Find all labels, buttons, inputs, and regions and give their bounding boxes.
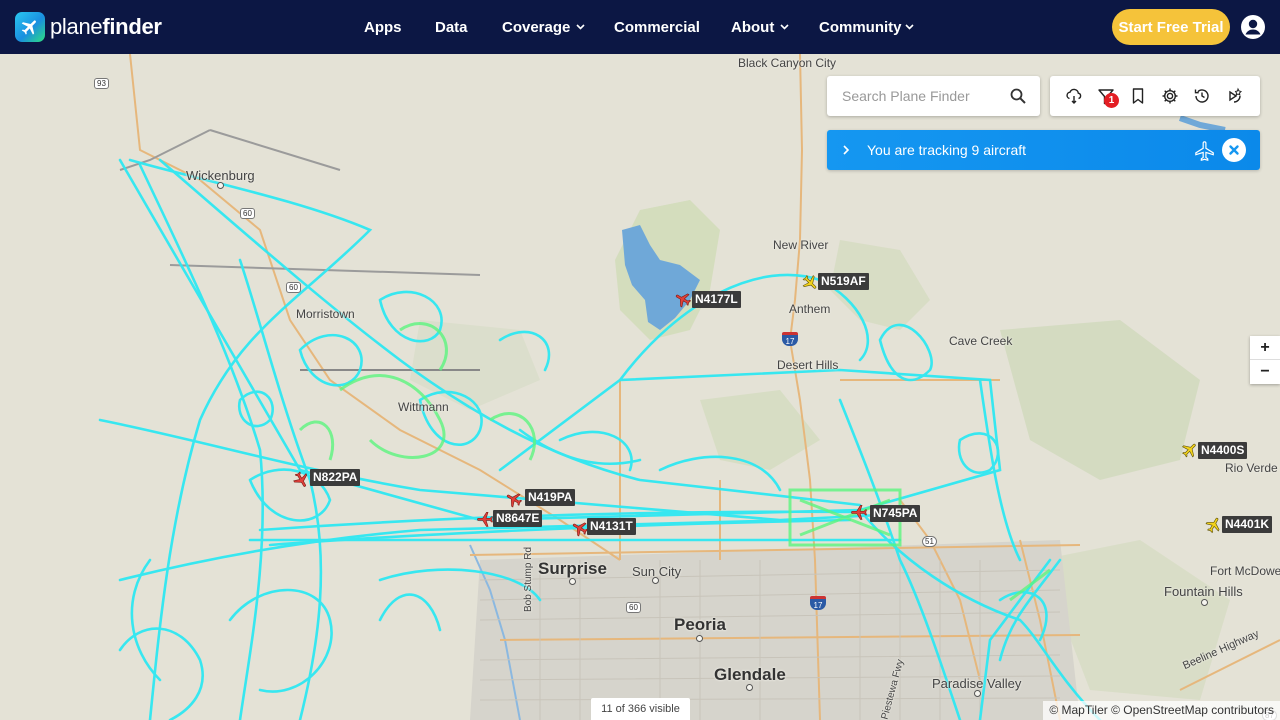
- zoom-out-button[interactable]: −: [1250, 360, 1280, 384]
- zoom-control: + −: [1250, 336, 1280, 384]
- nav-apps[interactable]: Apps: [364, 19, 402, 36]
- city-dot: [696, 635, 703, 642]
- nav-community-label: Community: [819, 18, 902, 36]
- place-wittmann: Wittmann: [398, 400, 449, 414]
- place-glendale: Glendale: [714, 665, 786, 684]
- place-morristown: Morristown: [296, 307, 355, 321]
- search-box: [827, 76, 1040, 116]
- us-60-shield: 60: [240, 208, 255, 219]
- place-fort-mcdowell: Fort McDowell: [1210, 564, 1280, 578]
- city-dot: [1201, 599, 1208, 606]
- tracking-text: You are tracking 9 aircraft: [867, 142, 1027, 158]
- place-desert-hills: Desert Hills: [777, 358, 839, 372]
- aircraft-tag[interactable]: N745PA: [870, 505, 921, 522]
- zoom-in-button[interactable]: +: [1250, 336, 1280, 360]
- aircraft-tag[interactable]: N4401K: [1222, 516, 1273, 533]
- aircraft-tag[interactable]: N4400S: [1198, 442, 1248, 459]
- place-peoria: Peoria: [674, 615, 726, 634]
- nav-about[interactable]: About: [731, 19, 789, 36]
- aircraft-icon[interactable]: [850, 503, 868, 521]
- us-93-shield: 93: [94, 78, 109, 89]
- airplane-icon: [1194, 140, 1216, 162]
- start-free-trial-button[interactable]: Start Free Trial: [1112, 9, 1230, 45]
- place-paradise-valley: Paradise Valley: [932, 676, 1022, 691]
- city-dot: [746, 684, 753, 691]
- search-icon[interactable]: [1010, 88, 1026, 104]
- history-icon[interactable]: [1193, 87, 1211, 105]
- city-dot: [217, 182, 224, 189]
- aircraft-tag[interactable]: N4131T: [587, 518, 636, 535]
- filter-count-badge: 1: [1104, 93, 1119, 108]
- map-toolbar: [1050, 76, 1260, 116]
- nav-data[interactable]: Data: [435, 19, 468, 36]
- map-attribution[interactable]: © MapTiler © OpenStreetMap contributors: [1043, 701, 1280, 720]
- us-60-shield: 60: [626, 602, 641, 613]
- top-navbar: planefinder Apps Data Coverage Commercia…: [0, 0, 1280, 54]
- bookmark-icon[interactable]: [1129, 87, 1147, 105]
- aircraft-tag[interactable]: N8647E: [493, 510, 543, 527]
- place-fountain-hills: Fountain Hills: [1164, 584, 1243, 599]
- city-dot: [569, 578, 576, 585]
- gear-icon[interactable]: [1161, 87, 1179, 105]
- us-60-shield: 60: [286, 282, 301, 293]
- i-17-shield: 17: [810, 596, 826, 610]
- close-icon: [1229, 145, 1239, 155]
- nav-community[interactable]: Community: [819, 19, 914, 36]
- place-new-river: New River: [773, 238, 829, 252]
- nav-coverage[interactable]: Coverage: [502, 19, 585, 36]
- place-cave-creek: Cave Creek: [949, 334, 1013, 348]
- plane-logo-icon: [15, 12, 45, 42]
- aircraft-tag[interactable]: N4177L: [692, 291, 741, 308]
- chevron-right-icon[interactable]: [841, 141, 853, 159]
- weather-icon[interactable]: [1065, 87, 1083, 105]
- city-dot: [652, 577, 659, 584]
- planefinder-logo[interactable]: planefinder: [15, 12, 162, 42]
- logo-wordmark: planefinder: [50, 14, 162, 39]
- chevron-down-icon: [780, 22, 789, 33]
- i-17-shield: 17: [782, 332, 798, 346]
- aircraft-icon[interactable]: [476, 510, 494, 528]
- place-surprise: Surprise: [538, 559, 607, 578]
- city-dot: [974, 690, 981, 697]
- road-bob-stump: Bob Stump Rd: [523, 546, 535, 613]
- place-black-canyon-city: Black Canyon City: [738, 56, 837, 70]
- chevron-down-icon: [576, 22, 585, 33]
- aircraft-tag[interactable]: N419PA: [525, 489, 576, 506]
- place-wickenburg: Wickenburg: [186, 168, 255, 183]
- nav-about-label: About: [731, 18, 775, 36]
- tracking-banner[interactable]: You are tracking 9 aircraft: [827, 130, 1260, 170]
- search-input[interactable]: [842, 88, 1012, 104]
- close-tracking-button[interactable]: [1222, 138, 1246, 162]
- chevron-down-icon: [904, 22, 914, 33]
- visible-aircraft-count: 11 of 366 visible: [591, 698, 690, 720]
- place-rio-verde: Rio Verde: [1225, 461, 1278, 475]
- nav-coverage-label: Coverage: [502, 18, 571, 36]
- aircraft-tag[interactable]: N822PA: [310, 469, 361, 486]
- place-anthem: Anthem: [789, 302, 831, 316]
- nav-commercial[interactable]: Commercial: [614, 19, 700, 36]
- account-icon[interactable]: [1241, 15, 1265, 39]
- sr-51-shield: 51: [922, 536, 937, 547]
- playback-icon[interactable]: [1225, 87, 1243, 105]
- aircraft-tag[interactable]: N519AF: [818, 273, 869, 290]
